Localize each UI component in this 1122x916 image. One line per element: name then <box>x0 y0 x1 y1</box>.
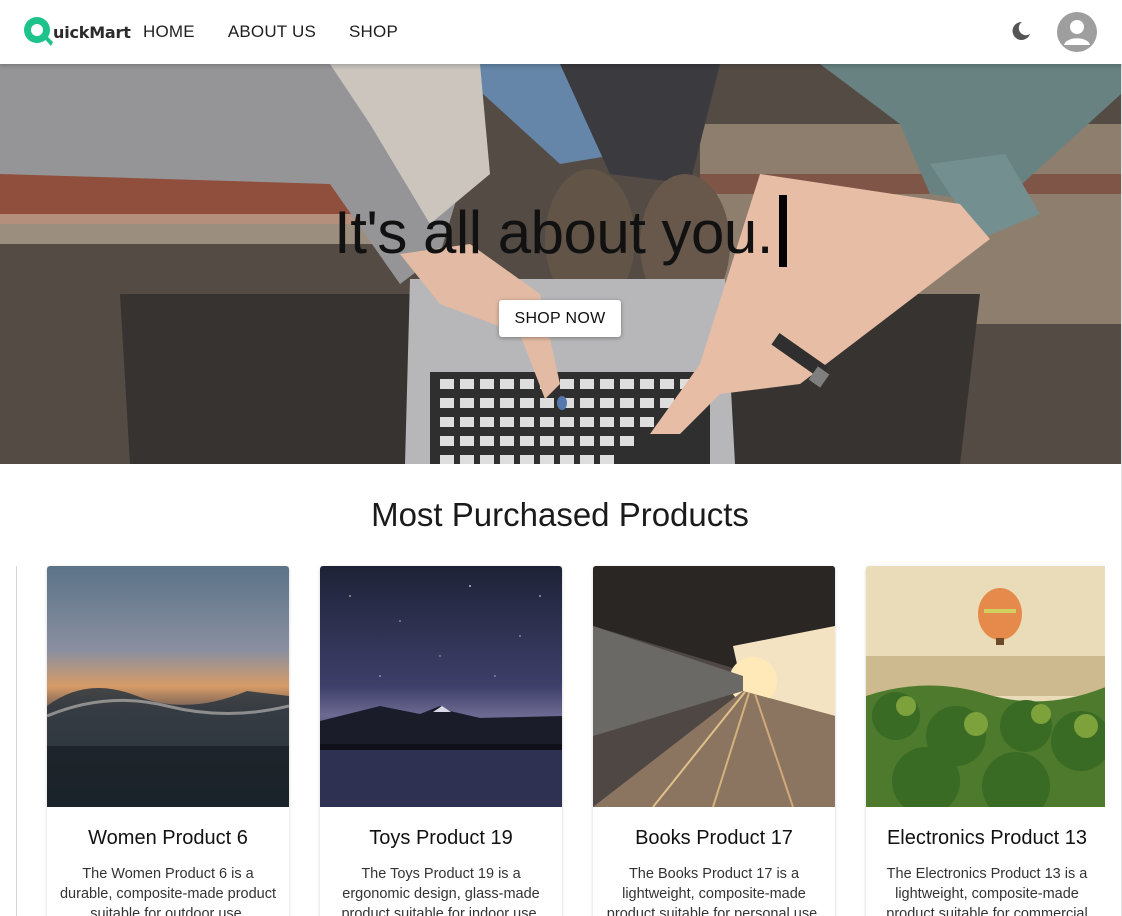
product-card[interactable]: Books Product 17 The Books Product 17 is… <box>593 566 835 916</box>
product-card[interactable]: Women Product 6 The Women Product 6 is a… <box>47 566 289 916</box>
product-description: The Toys Product 19 is a ergonomic desig… <box>341 866 541 916</box>
product-title: Women Product 6 <box>88 827 248 849</box>
product-card[interactable]: Electronics Product 13 The Electronics P… <box>866 566 1105 916</box>
nav-about-us[interactable]: ABOUT US <box>228 22 316 42</box>
product-description: The Women Product 6 is a durable, compos… <box>59 866 276 916</box>
account-circle-icon[interactable] <box>1057 12 1097 52</box>
product-description: The Electronics Product 13 is a lightwei… <box>886 866 1088 916</box>
product-title: Electronics Product 13 <box>886 827 1088 849</box>
product-carousel: Women Product 6 The Women Product 6 is a… <box>0 0 1105 916</box>
product-image <box>866 566 1105 807</box>
brand-name: uickMart <box>53 22 131 42</box>
product-title: Toys Product 19 <box>369 827 513 849</box>
product-card[interactable]: Toys Product 19 The Toys Product 19 is a… <box>320 566 562 916</box>
product-image <box>47 566 289 807</box>
nav-shop[interactable]: SHOP <box>349 22 398 42</box>
app-header: uickMart HOME ABOUT US SHOP <box>0 0 1122 64</box>
moon-icon[interactable] <box>1010 20 1032 42</box>
product-description: The Books Product 17 is a lightweight, c… <box>606 866 822 916</box>
brand-logo[interactable]: uickMart <box>22 15 131 49</box>
nav-home[interactable]: HOME <box>143 22 195 42</box>
product-image <box>593 566 835 807</box>
product-title: Books Product 17 <box>635 827 793 849</box>
main-nav: HOME ABOUT US SHOP <box>143 0 431 64</box>
product-image <box>320 566 562 807</box>
logo-q-mark <box>22 15 56 49</box>
